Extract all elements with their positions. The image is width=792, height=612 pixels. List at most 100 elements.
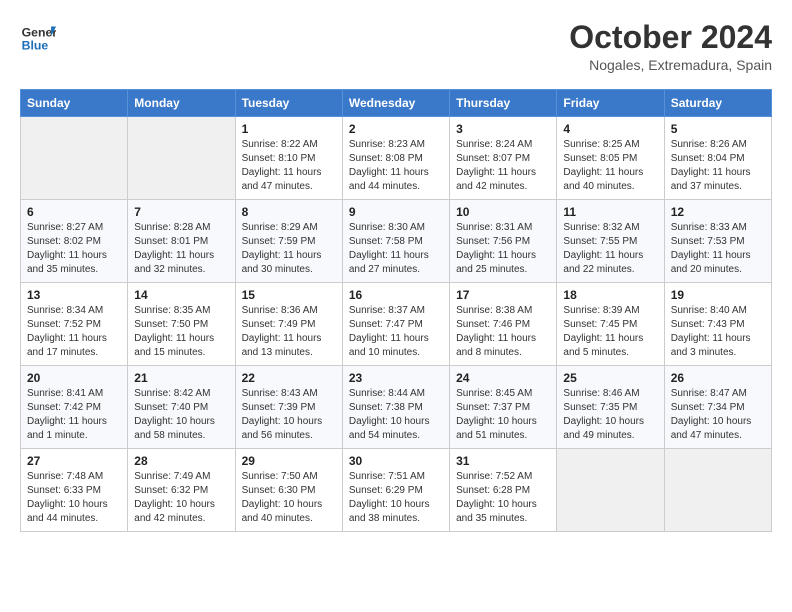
day-number: 14 — [134, 288, 228, 302]
day-info: Sunrise: 8:24 AM Sunset: 8:07 PM Dayligh… — [456, 138, 550, 194]
calendar-cell: 31 Sunrise: 7:52 AM Sunset: 6:28 PM Dayli… — [450, 449, 557, 532]
calendar-cell — [128, 117, 235, 200]
calendar-cell: 11 Sunrise: 8:32 AM Sunset: 7:55 PM Dayli… — [557, 200, 664, 283]
calendar-cell: 12 Sunrise: 8:33 AM Sunset: 7:53 PM Dayli… — [664, 200, 771, 283]
day-number: 11 — [563, 205, 657, 219]
location: Nogales, Extremadura, Spain — [569, 57, 772, 73]
calendar-cell: 17 Sunrise: 8:38 AM Sunset: 7:46 PM Dayli… — [450, 283, 557, 366]
day-number: 19 — [671, 288, 765, 302]
day-number: 20 — [27, 371, 121, 385]
day-number: 22 — [242, 371, 336, 385]
day-info: Sunrise: 8:23 AM Sunset: 8:08 PM Dayligh… — [349, 138, 443, 194]
day-number: 21 — [134, 371, 228, 385]
day-number: 8 — [242, 205, 336, 219]
weekday-thursday: Thursday — [450, 90, 557, 117]
day-number: 10 — [456, 205, 550, 219]
day-number: 7 — [134, 205, 228, 219]
day-number: 9 — [349, 205, 443, 219]
calendar-cell: 26 Sunrise: 8:47 AM Sunset: 7:34 PM Dayli… — [664, 366, 771, 449]
calendar-body: 1Sunrise: 8:22 AM Sunset: 8:10 PM Daylig… — [21, 117, 772, 532]
month-title: October 2024 — [569, 20, 772, 55]
day-info: Sunrise: 8:35 AM Sunset: 7:50 PM Dayligh… — [134, 304, 228, 360]
calendar-cell: 9 Sunrise: 8:30 AM Sunset: 7:58 PM Daylig… — [342, 200, 449, 283]
calendar-cell: 14 Sunrise: 8:35 AM Sunset: 7:50 PM Dayli… — [128, 283, 235, 366]
day-info: Sunrise: 8:44 AM Sunset: 7:38 PM Dayligh… — [349, 387, 443, 443]
day-info: Sunrise: 8:31 AM Sunset: 7:56 PM Dayligh… — [456, 221, 550, 277]
calendar-cell: 4 Sunrise: 8:25 AM Sunset: 8:05 PM Daylig… — [557, 117, 664, 200]
day-info: Sunrise: 8:47 AM Sunset: 7:34 PM Dayligh… — [671, 387, 765, 443]
calendar-cell — [664, 449, 771, 532]
day-number: 6 — [27, 205, 121, 219]
day-info: Sunrise: 8:39 AM Sunset: 7:45 PM Dayligh… — [563, 304, 657, 360]
day-info: Sunrise: 8:28 AM Sunset: 8:01 PM Dayligh… — [134, 221, 228, 277]
calendar-cell: 13 Sunrise: 8:34 AM Sunset: 7:52 PM Dayli… — [21, 283, 128, 366]
day-number: 3 — [456, 122, 550, 136]
calendar-cell: 29Sunrise: 7:50 AM Sunset: 6:30 PM Dayli… — [235, 449, 342, 532]
day-info: Sunrise: 8:43 AM Sunset: 7:39 PM Dayligh… — [242, 387, 336, 443]
day-number: 13 — [27, 288, 121, 302]
day-info: Sunrise: 8:41 AM Sunset: 7:42 PM Dayligh… — [27, 387, 121, 443]
weekday-tuesday: Tuesday — [235, 90, 342, 117]
day-info: Sunrise: 7:50 AM Sunset: 6:30 PM Dayligh… — [242, 470, 336, 526]
day-number: 23 — [349, 371, 443, 385]
calendar-cell: 1Sunrise: 8:22 AM Sunset: 8:10 PM Daylig… — [235, 117, 342, 200]
calendar-cell: 20 Sunrise: 8:41 AM Sunset: 7:42 PM Dayli… — [21, 366, 128, 449]
logo-icon: General Blue — [20, 20, 56, 56]
calendar-cell: 30Sunrise: 7:51 AM Sunset: 6:29 PM Dayli… — [342, 449, 449, 532]
day-number: 2 — [349, 122, 443, 136]
svg-text:Blue: Blue — [22, 38, 49, 52]
day-info: Sunrise: 8:37 AM Sunset: 7:47 PM Dayligh… — [349, 304, 443, 360]
calendar-table: SundayMondayTuesdayWednesdayThursdayFrid… — [20, 89, 772, 532]
calendar-cell: 19 Sunrise: 8:40 AM Sunset: 7:43 PM Dayli… — [664, 283, 771, 366]
day-number: 25 — [563, 371, 657, 385]
day-info: Sunrise: 8:29 AM Sunset: 7:59 PM Dayligh… — [242, 221, 336, 277]
day-number: 30 — [349, 454, 443, 468]
day-info: Sunrise: 8:33 AM Sunset: 7:53 PM Dayligh… — [671, 221, 765, 277]
day-info: Sunrise: 7:52 AM Sunset: 6:28 PM Dayligh… — [456, 470, 550, 526]
logo: General Blue — [20, 20, 56, 56]
day-number: 28 — [134, 454, 228, 468]
day-info: Sunrise: 8:26 AM Sunset: 8:04 PM Dayligh… — [671, 138, 765, 194]
calendar-cell: 24 Sunrise: 8:45 AM Sunset: 7:37 PM Dayli… — [450, 366, 557, 449]
title-block: October 2024 Nogales, Extremadura, Spain — [569, 20, 772, 73]
calendar-cell: 25Sunrise: 8:46 AM Sunset: 7:35 PM Dayli… — [557, 366, 664, 449]
day-info: Sunrise: 8:38 AM Sunset: 7:46 PM Dayligh… — [456, 304, 550, 360]
day-number: 26 — [671, 371, 765, 385]
calendar-week-1: 1Sunrise: 8:22 AM Sunset: 8:10 PM Daylig… — [21, 117, 772, 200]
calendar-cell: 28 Sunrise: 7:49 AM Sunset: 6:32 PM Dayli… — [128, 449, 235, 532]
day-info: Sunrise: 7:48 AM Sunset: 6:33 PM Dayligh… — [27, 470, 121, 526]
calendar-cell: 18Sunrise: 8:39 AM Sunset: 7:45 PM Dayli… — [557, 283, 664, 366]
calendar-cell: 21 Sunrise: 8:42 AM Sunset: 7:40 PM Dayli… — [128, 366, 235, 449]
calendar-week-2: 6Sunrise: 8:27 AM Sunset: 8:02 PM Daylig… — [21, 200, 772, 283]
page-header: General Blue October 2024 Nogales, Extre… — [20, 20, 772, 73]
calendar-week-5: 27Sunrise: 7:48 AM Sunset: 6:33 PM Dayli… — [21, 449, 772, 532]
day-number: 12 — [671, 205, 765, 219]
calendar-week-3: 13 Sunrise: 8:34 AM Sunset: 7:52 PM Dayli… — [21, 283, 772, 366]
day-info: Sunrise: 8:34 AM Sunset: 7:52 PM Dayligh… — [27, 304, 121, 360]
day-info: Sunrise: 8:36 AM Sunset: 7:49 PM Dayligh… — [242, 304, 336, 360]
day-number: 1 — [242, 122, 336, 136]
day-number: 17 — [456, 288, 550, 302]
calendar-cell: 3 Sunrise: 8:24 AM Sunset: 8:07 PM Daylig… — [450, 117, 557, 200]
weekday-monday: Monday — [128, 90, 235, 117]
calendar-cell: 15 Sunrise: 8:36 AM Sunset: 7:49 PM Dayli… — [235, 283, 342, 366]
day-number: 4 — [563, 122, 657, 136]
calendar-cell: 10 Sunrise: 8:31 AM Sunset: 7:56 PM Dayli… — [450, 200, 557, 283]
day-number: 15 — [242, 288, 336, 302]
calendar-cell — [21, 117, 128, 200]
day-number: 24 — [456, 371, 550, 385]
calendar-cell: 2 Sunrise: 8:23 AM Sunset: 8:08 PM Daylig… — [342, 117, 449, 200]
day-info: Sunrise: 8:42 AM Sunset: 7:40 PM Dayligh… — [134, 387, 228, 443]
day-info: Sunrise: 8:40 AM Sunset: 7:43 PM Dayligh… — [671, 304, 765, 360]
calendar-header: SundayMondayTuesdayWednesdayThursdayFrid… — [21, 90, 772, 117]
weekday-sunday: Sunday — [21, 90, 128, 117]
calendar-cell — [557, 449, 664, 532]
weekday-friday: Friday — [557, 90, 664, 117]
calendar-week-4: 20 Sunrise: 8:41 AM Sunset: 7:42 PM Dayli… — [21, 366, 772, 449]
day-number: 31 — [456, 454, 550, 468]
day-info: Sunrise: 8:45 AM Sunset: 7:37 PM Dayligh… — [456, 387, 550, 443]
day-info: Sunrise: 7:49 AM Sunset: 6:32 PM Dayligh… — [134, 470, 228, 526]
day-info: Sunrise: 8:32 AM Sunset: 7:55 PM Dayligh… — [563, 221, 657, 277]
day-info: Sunrise: 8:30 AM Sunset: 7:58 PM Dayligh… — [349, 221, 443, 277]
day-info: Sunrise: 8:25 AM Sunset: 8:05 PM Dayligh… — [563, 138, 657, 194]
